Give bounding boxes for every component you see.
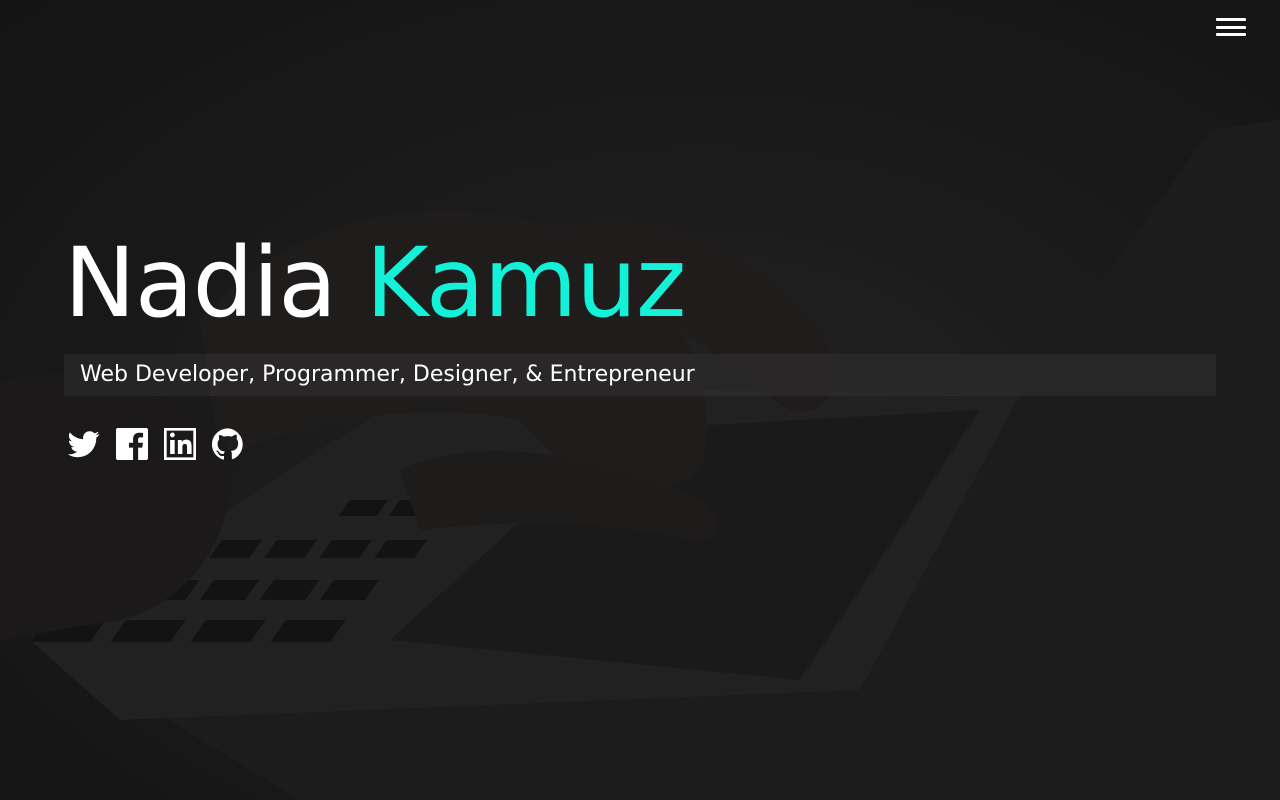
hamburger-menu-icon[interactable] <box>1216 16 1246 38</box>
twitter-icon <box>68 431 100 458</box>
linkedin-link[interactable] <box>164 428 196 460</box>
facebook-link[interactable] <box>116 428 148 460</box>
tagline: Web Developer, Programmer, Designer, & E… <box>80 362 695 387</box>
twitter-link[interactable] <box>68 428 100 460</box>
hero-section: Nadia Kamuz Web Developer, Programmer, D… <box>0 0 1280 800</box>
facebook-icon <box>116 428 148 460</box>
github-icon <box>212 428 243 460</box>
linkedin-icon <box>164 428 196 460</box>
laptop-background-image <box>0 0 1280 800</box>
social-links <box>68 428 244 460</box>
menu-line <box>1216 18 1246 21</box>
last-name: Kamuz <box>365 227 687 339</box>
menu-line <box>1216 33 1246 36</box>
menu-line <box>1216 25 1246 29</box>
hero-name: Nadia Kamuz <box>64 227 687 339</box>
first-name: Nadia <box>64 227 337 339</box>
github-link[interactable] <box>212 428 244 460</box>
